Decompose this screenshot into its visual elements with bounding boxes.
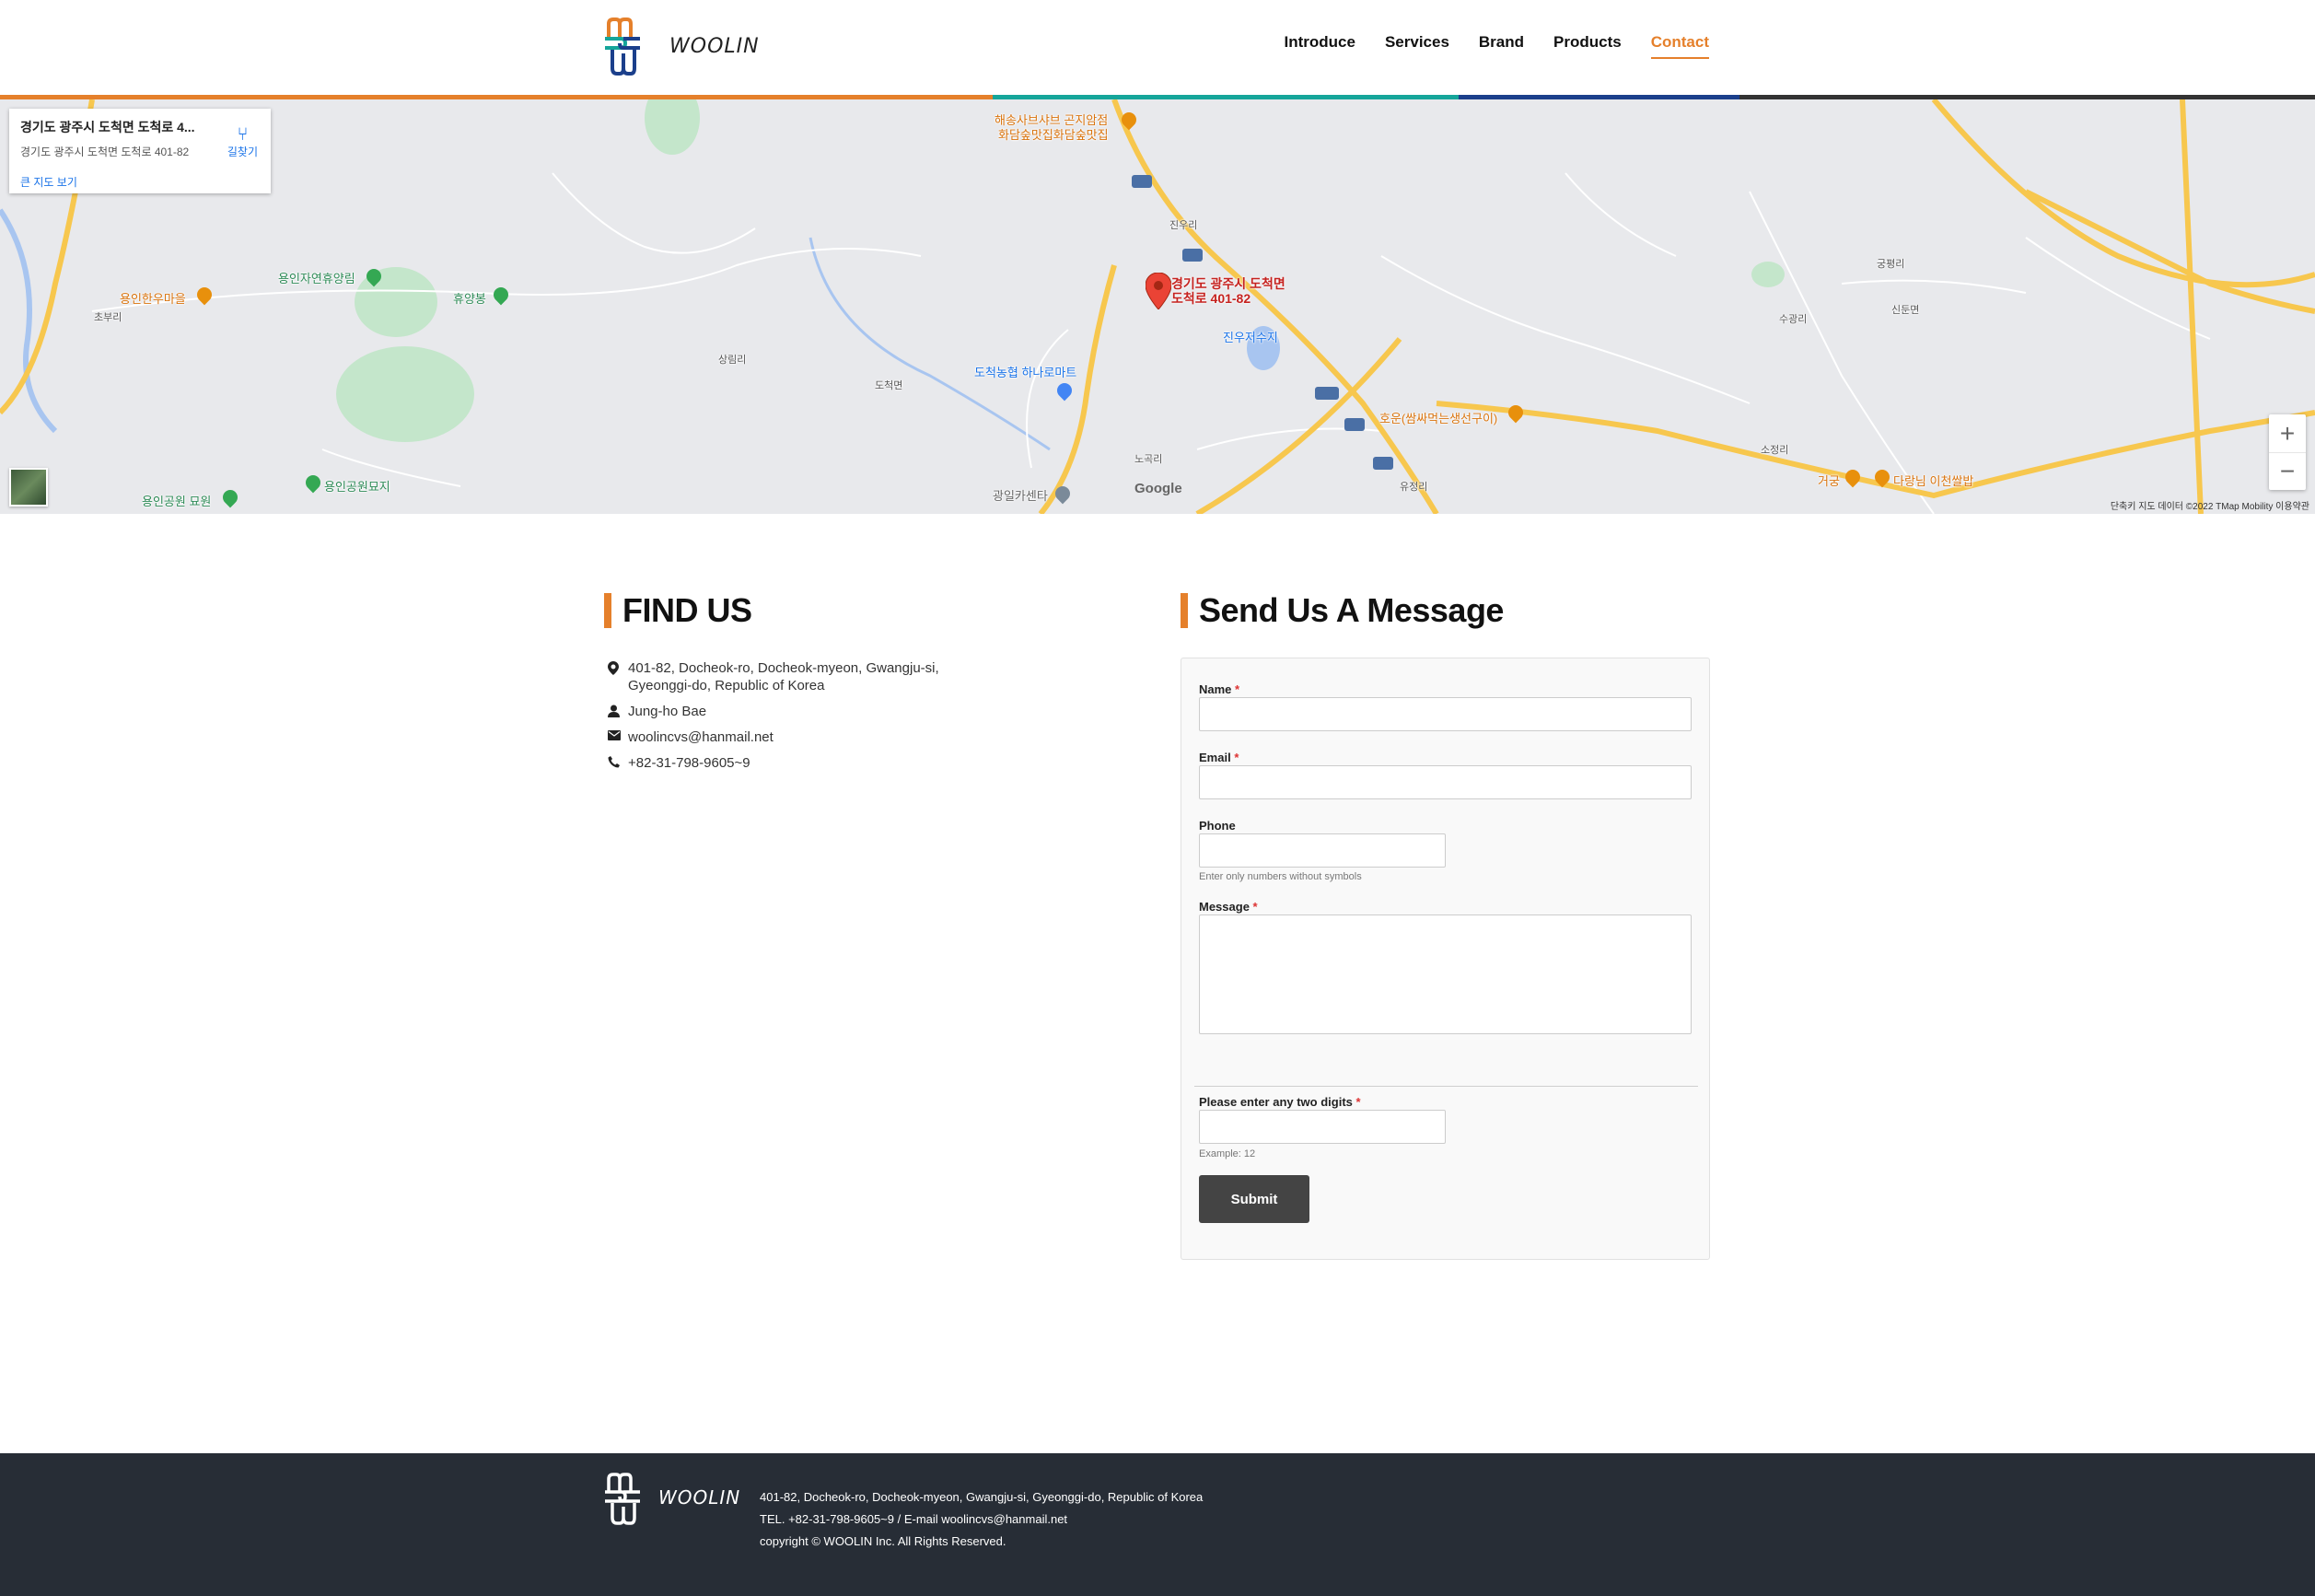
place-label[interactable]: 용인한우마을	[120, 289, 186, 307]
nav-services[interactable]: Services	[1385, 33, 1449, 59]
contact-form: Name * Email * Phone Enter only numbers …	[1181, 658, 1710, 1260]
directions-button[interactable]: ⑂ 길찾기	[227, 125, 258, 159]
phone-icon	[608, 754, 628, 768]
required-mark: *	[1235, 682, 1240, 696]
nav-products[interactable]: Products	[1553, 33, 1622, 59]
phone-hint: Enter only numbers without symbols	[1199, 871, 1362, 882]
location-marker-icon[interactable]	[1146, 273, 1171, 309]
message-label-text: Message	[1199, 900, 1250, 914]
contact-person-text: Jung-ho Bae	[628, 704, 707, 719]
main-nav: Introduce Services Brand Products Contac…	[1255, 33, 1710, 59]
place-label: 신둔면	[1891, 305, 1920, 316]
captcha-input[interactable]	[1199, 1110, 1446, 1144]
place-label: 상림리	[718, 355, 747, 366]
nav-brand[interactable]: Brand	[1479, 33, 1524, 59]
marker-label-line1: 경기도 광주시 도척면	[1171, 276, 1285, 291]
email-label-text: Email	[1199, 751, 1231, 764]
place-label: 수광리	[1779, 314, 1808, 325]
place-label: 궁평리	[1877, 259, 1905, 270]
required-mark: *	[1355, 1095, 1361, 1109]
phone-label-text: Phone	[1199, 819, 1236, 833]
footer-copyright: copyright © WOOLIN Inc. All Rights Reser…	[760, 1534, 1006, 1548]
place-label: 소정리	[1761, 445, 1789, 456]
place-label[interactable]: 진우저수지	[1223, 328, 1278, 345]
place-label[interactable]: 다랑님 이천쌀밥	[1893, 472, 1973, 489]
address-text: 401-82, Docheok-ro, Docheok-myeon, Gwang…	[628, 660, 939, 693]
marker-label: 경기도 광주시 도척면 도척로 401-82	[1171, 276, 1285, 306]
logo-wordmark: WOOLIN	[669, 35, 760, 58]
place-label[interactable]: 용인자연휴양림	[278, 269, 355, 286]
nav-contact[interactable]: Contact	[1650, 33, 1710, 59]
form-divider	[1194, 1086, 1698, 1087]
place-label[interactable]: 도척농협 하나로마트	[974, 363, 1076, 380]
email-text[interactable]: woolincvs@hanmail.net	[628, 728, 774, 746]
larger-map-link[interactable]: 큰 지도 보기	[20, 174, 260, 190]
map-info-card: 경기도 광주시 도척면 도척로 4... 경기도 광주시 도척면 도척로 401…	[9, 109, 271, 193]
footer-wordmark: WOOLIN	[658, 1486, 741, 1509]
contact-info-list: 401-82, Docheok-ro, Docheok-myeon, Gwang…	[608, 659, 1004, 780]
place-label: 유정리	[1400, 482, 1428, 493]
send-message-heading: Send Us A Message	[1181, 591, 1504, 630]
submit-button[interactable]: Submit	[1199, 1175, 1309, 1223]
message-label: Message *	[1199, 900, 1258, 914]
email-label: Email *	[1199, 751, 1239, 764]
nav-introduce[interactable]: Introduce	[1285, 33, 1355, 59]
marker-label-line2: 도척로 401-82	[1171, 291, 1251, 306]
place-label: 노곡리	[1134, 454, 1163, 465]
captcha-hint: Example: 12	[1199, 1148, 1256, 1159]
zoom-out-button[interactable]: −	[2269, 452, 2306, 490]
captcha-label-text: Please enter any two digits	[1199, 1095, 1353, 1109]
map-card-title: 경기도 광주시 도척면 도척로 4...	[20, 120, 195, 134]
phone-row: +82-31-798-9605~9	[608, 754, 1004, 772]
site-header: WOOLIN Introduce Services Brand Products…	[0, 0, 2315, 96]
site-footer: WOOLIN 401-82, Docheok-ro, Docheok-myeon…	[0, 1453, 2315, 1596]
name-label-text: Name	[1199, 682, 1232, 696]
place-label[interactable]: 호운(쌈싸먹는생선구이)	[1379, 409, 1497, 426]
user-icon	[608, 703, 628, 717]
map-marker-icon	[608, 659, 628, 675]
google-logo: Google	[1134, 481, 1182, 496]
place-label: 도척면	[875, 380, 903, 391]
phone-text[interactable]: +82-31-798-9605~9	[628, 754, 750, 772]
message-textarea[interactable]	[1199, 914, 1692, 1034]
phone-input[interactable]	[1199, 833, 1446, 868]
place-label[interactable]: 광일카센타	[993, 486, 1048, 504]
zoom-controls: + −	[2269, 414, 2306, 490]
place-label: 초부리	[94, 312, 122, 323]
satellite-toggle-button[interactable]	[9, 468, 48, 507]
required-mark: *	[1234, 751, 1239, 764]
place-label: 진우리	[1169, 220, 1198, 231]
map-attribution[interactable]: 단축키 지도 데이터 ©2022 TMap Mobility 이용약관	[2111, 498, 2309, 512]
directions-label: 길찾기	[227, 146, 258, 158]
directions-icon: ⑂	[237, 124, 249, 145]
woolin-logo[interactable]: WOOLIN	[603, 17, 760, 77]
phone-label: Phone	[1199, 819, 1236, 833]
footer-contact: TEL. +82-31-798-9605~9 / E-mail woolincv…	[760, 1512, 1068, 1526]
place-label[interactable]: 용인공원묘지	[324, 477, 390, 495]
place-label[interactable]: 화담숲맛집화담숲맛집	[998, 125, 1109, 143]
captcha-label: Please enter any two digits *	[1199, 1095, 1361, 1109]
footer-logo[interactable]: WOOLIN	[603, 1472, 741, 1532]
find-us-heading: FIND US	[604, 591, 752, 630]
zoom-in-button[interactable]: +	[2269, 414, 2306, 452]
envelope-icon	[608, 728, 628, 740]
contact-person-row: Jung-ho Bae	[608, 703, 1004, 720]
footer-address: 401-82, Docheok-ro, Docheok-myeon, Gwang…	[760, 1490, 1204, 1504]
place-label[interactable]: 용인공원 묘원	[142, 492, 211, 509]
place-label[interactable]: 휴양봉	[453, 289, 486, 307]
required-mark: *	[1252, 900, 1258, 914]
place-label[interactable]: 거궁	[1818, 472, 1840, 489]
address-row: 401-82, Docheok-ro, Docheok-myeon, Gwang…	[608, 659, 1004, 694]
footer-info: 401-82, Docheok-ro, Docheok-myeon, Gwang…	[760, 1486, 1203, 1553]
name-input[interactable]	[1199, 697, 1692, 731]
google-map[interactable]: 해송사브샤브 곤지암점 화담숲맛집화담숲맛집 용인자연휴양림 휴양봉 용인한우마…	[0, 99, 2315, 514]
email-input[interactable]	[1199, 765, 1692, 799]
name-label: Name *	[1199, 682, 1239, 696]
email-row: woolincvs@hanmail.net	[608, 728, 1004, 746]
map-card-address: 경기도 광주시 도척면 도척로 401-82	[20, 146, 190, 158]
